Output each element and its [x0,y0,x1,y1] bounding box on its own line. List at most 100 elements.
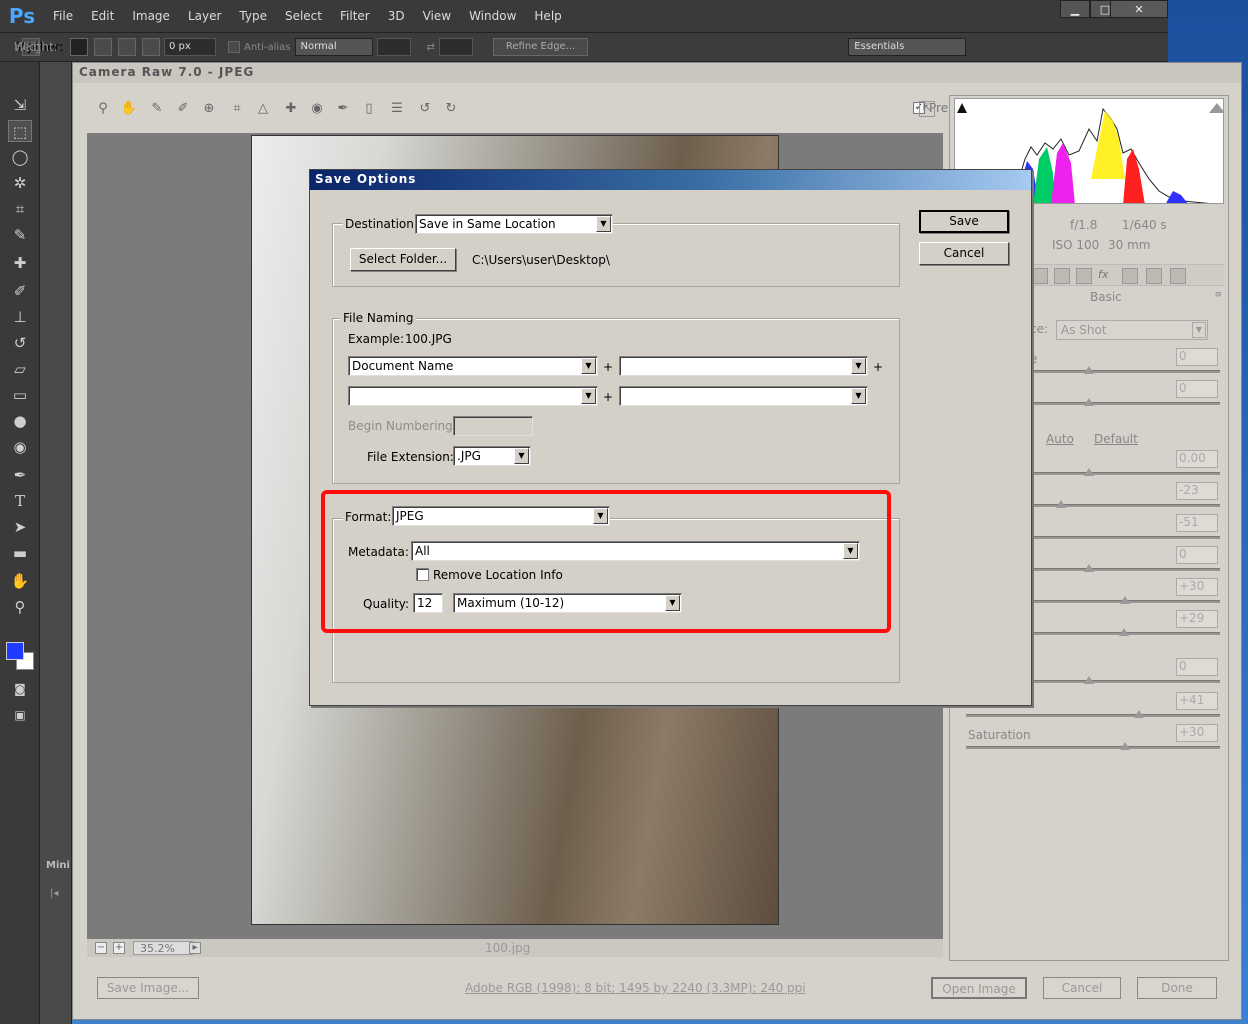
gradient-tool-icon[interactable]: ▭ [8,384,32,406]
exposure-value[interactable]: 0.00 [1176,450,1218,468]
default-link[interactable]: Default [1094,432,1138,446]
rotate-right-icon[interactable]: ↻ [441,101,461,121]
workspace-select[interactable]: Essentials [848,38,967,56]
menu-filter[interactable]: Filter [331,9,379,23]
snapshots-tab-icon[interactable] [1170,268,1186,284]
pen-tool-icon[interactable]: ✒ [8,464,32,486]
highlights-slider[interactable] [1030,536,1220,539]
shape-tool-icon[interactable]: ▬ [8,542,32,564]
whites-knob[interactable] [1120,596,1130,604]
crop-tool-icon[interactable]: ⌗ [8,198,32,220]
blacks-value[interactable]: +29 [1176,610,1218,628]
blur-tool-icon[interactable]: ● [8,410,32,432]
quick-mask-icon[interactable]: ◙ [8,678,32,700]
white-balance-icon[interactable]: ✎ [147,101,167,121]
menu-image[interactable]: Image [123,9,179,23]
saturation-slider[interactable] [966,746,1220,749]
blacks-knob[interactable] [1119,628,1129,636]
shadows-knob[interactable] [1084,564,1094,572]
rotate-left-icon[interactable]: ↺ [415,101,435,121]
add-selection-icon[interactable] [94,38,112,56]
basic-tab-icon[interactable] [1032,268,1048,284]
panel-menu-icon[interactable]: ≡ [1214,290,1222,300]
refine-edge-button[interactable]: Refine Edge... [492,38,589,56]
zoom-level[interactable]: 35.2% [133,941,193,955]
adjustment-brush-icon[interactable]: ✒ [333,101,353,121]
marquee-tool-icon[interactable]: ⬚ [8,120,32,142]
auto-link[interactable]: Auto [1046,432,1074,446]
eyedropper-tool-icon[interactable]: ✎ [8,224,32,246]
detail-tab-icon[interactable] [1076,268,1092,284]
straighten-icon[interactable]: △ [253,101,273,121]
menu-window[interactable]: Window [460,9,525,23]
zoom-icon[interactable]: ⚲ [93,101,113,121]
temperature-slider[interactable] [1030,370,1220,373]
preferences-icon[interactable]: ☰ [387,101,407,121]
quality-input[interactable]: 12 [413,593,443,613]
dodge-tool-icon[interactable]: ◉ [8,436,32,458]
feather-input[interactable]: 0 px [164,38,216,56]
new-selection-icon[interactable] [70,38,88,56]
zoom-out-button[interactable]: − [95,942,107,954]
mini-panel-play-icon[interactable]: |◂ [50,888,58,899]
exposure-knob[interactable] [1084,468,1094,476]
zoom-in-button[interactable]: + [113,942,125,954]
workflow-options-link[interactable]: Adobe RGB (1998); 8 bit; 1495 by 2240 (3… [465,981,806,995]
whites-value[interactable]: +30 [1176,578,1218,596]
zoom-menu-icon[interactable]: ▸ [189,942,201,954]
menu-view[interactable]: View [414,9,460,23]
vibrance-slider[interactable] [966,714,1220,717]
open-image-button[interactable]: Open Image [931,977,1027,999]
exposure-slider[interactable] [1030,472,1220,475]
graduated-filter-icon[interactable]: ▯ [359,101,379,121]
quality-preset-select[interactable]: Maximum (10-12) ▼ [453,593,682,613]
fullscreen-icon[interactable]: ⇱ [919,101,935,117]
screen-mode-icon[interactable]: ▣ [8,704,32,726]
file-name-select-1[interactable]: Document Name ▼ [348,356,598,376]
stamp-tool-icon[interactable]: ⊥ [8,306,32,328]
tint-knob[interactable] [1084,398,1094,406]
spot-removal-icon[interactable]: ✚ [281,101,301,121]
cancel-button[interactable]: Cancel [919,242,1009,265]
shadows-slider[interactable] [1030,568,1220,571]
menu-3d[interactable]: 3D [379,9,414,23]
format-select[interactable]: JPEG ▼ [392,506,610,526]
hand-tool-icon[interactable]: ✋ [8,570,32,592]
file-name-select-4[interactable]: ▼ [619,386,868,406]
width-input[interactable] [376,38,411,56]
menu-file[interactable]: File [44,9,82,23]
history-brush-icon[interactable]: ↺ [8,332,32,354]
brush-tool-icon[interactable]: ✐ [8,280,32,302]
eraser-tool-icon[interactable]: ▱ [8,358,32,380]
save-image-button[interactable]: Save Image... [97,977,199,999]
highlights-value[interactable]: -51 [1176,514,1218,532]
close-button[interactable]: ✕ [1110,0,1168,18]
crop-icon[interactable]: ⌗ [227,101,247,121]
camera-raw-cancel-button[interactable]: Cancel [1043,977,1121,999]
intersect-selection-icon[interactable] [142,38,160,56]
menu-select[interactable]: Select [276,9,331,23]
begin-numbering-input[interactable] [453,416,533,436]
type-tool-icon[interactable]: T [8,490,32,512]
path-select-icon[interactable]: ➤ [8,516,32,538]
color-sampler-icon[interactable]: ✐ [173,101,193,121]
white-balance-select[interactable]: As Shot ▼ [1056,320,1208,340]
metadata-select[interactable]: All ▼ [411,541,860,561]
contrast-value[interactable]: -23 [1176,482,1218,500]
style-select[interactable]: Normal [294,38,373,56]
vibrance-knob[interactable] [1134,710,1144,718]
clarity-knob[interactable] [1084,676,1094,684]
menu-layer[interactable]: Layer [179,9,230,23]
subtract-selection-icon[interactable] [118,38,136,56]
temperature-value[interactable]: 0 [1176,348,1218,366]
tint-value[interactable]: 0 [1176,380,1218,398]
camera-calibration-tab-icon[interactable] [1122,268,1138,284]
vibrance-value[interactable]: +41 [1176,692,1218,710]
shadows-value[interactable]: 0 [1176,546,1218,564]
swap-icon[interactable]: ⇄ [427,42,435,53]
file-name-select-2[interactable]: ▼ [619,356,868,376]
temperature-knob[interactable] [1084,366,1094,374]
clarity-slider[interactable] [1030,680,1220,683]
zoom-tool-icon[interactable]: ⚲ [8,596,32,618]
save-button[interactable]: Save [919,210,1009,233]
